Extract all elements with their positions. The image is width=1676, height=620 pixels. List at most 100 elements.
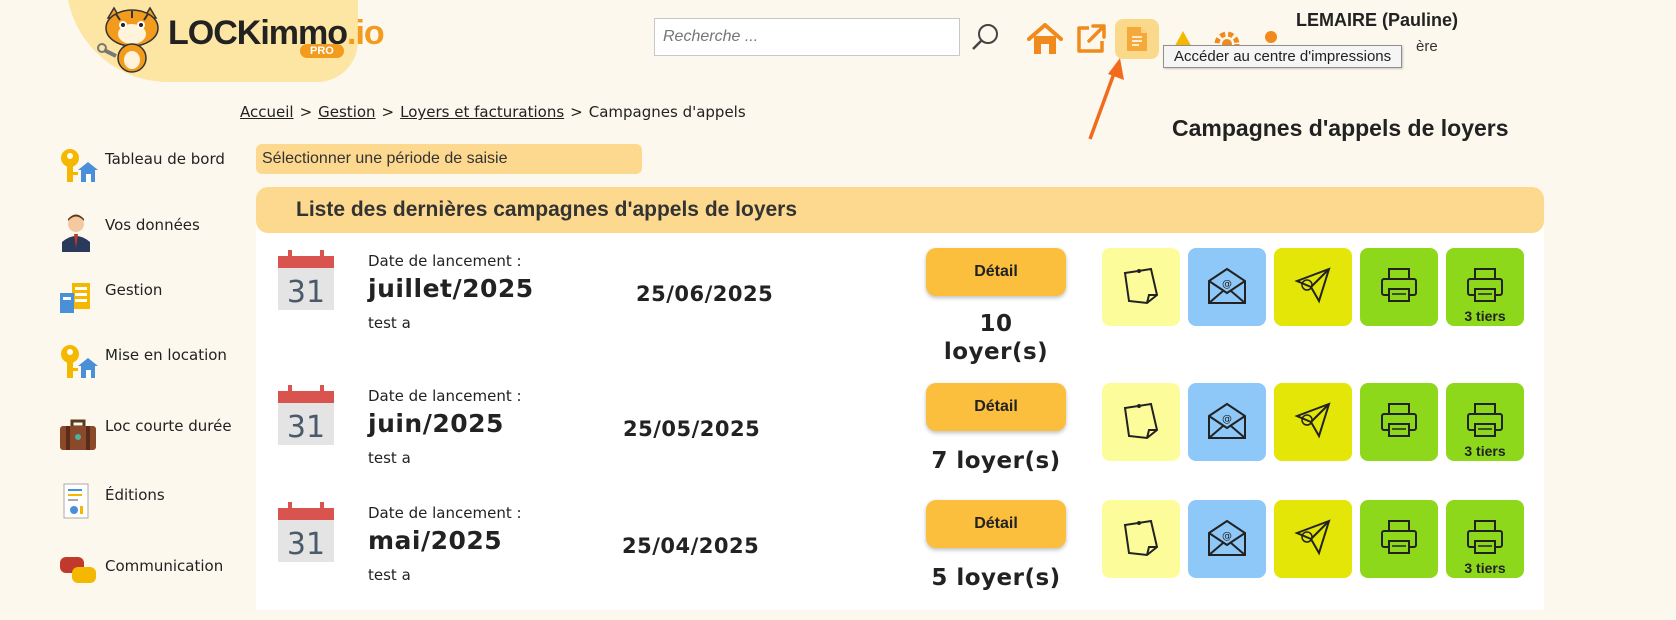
logo-pro-badge: PRO bbox=[300, 44, 344, 58]
sidebar-item-communication[interactable]: Communication bbox=[58, 553, 248, 593]
launch-date-label: Date de lancement : bbox=[368, 252, 522, 270]
send-payment-icon bbox=[1294, 402, 1331, 439]
email-icon: @ bbox=[1208, 402, 1246, 439]
campaign-month: mai/2025 bbox=[368, 526, 503, 555]
person-icon bbox=[62, 214, 90, 252]
launch-date-label: Date de lancement : bbox=[368, 387, 522, 405]
report-icon bbox=[63, 483, 89, 519]
printer-third-party-icon bbox=[1467, 268, 1503, 302]
print-button[interactable] bbox=[1360, 500, 1438, 578]
print-button[interactable] bbox=[1360, 248, 1438, 326]
rent-count: 5 loyer(s) bbox=[931, 565, 1061, 591]
sidebar-item-tableau-de-bord[interactable]: Tableau de bord bbox=[58, 146, 248, 186]
third-party-label: 3 tiers bbox=[1464, 560, 1506, 576]
sidebar-item-mise-en-location[interactable]: Mise en location bbox=[58, 342, 248, 382]
calendar-icon: 31 bbox=[278, 502, 334, 562]
note-icon bbox=[1123, 519, 1159, 557]
search-icon bbox=[972, 24, 998, 50]
campaign-note: test a bbox=[368, 566, 411, 584]
tiger-mascot-icon bbox=[97, 6, 159, 73]
sidebar-item-loc-courte-duree[interactable]: Loc courte durée bbox=[58, 413, 248, 453]
campaign-note: test a bbox=[368, 314, 411, 332]
breadcrumb-separator: > bbox=[381, 103, 395, 121]
printer-icon bbox=[1381, 403, 1417, 437]
send-payment-button[interactable] bbox=[1274, 248, 1352, 326]
campaign-row: 31 Date de lancement : juin/2025 test a … bbox=[256, 383, 1544, 503]
printer-icon bbox=[1381, 520, 1417, 554]
print-center-tooltip: Accéder au centre d'impressions bbox=[1163, 45, 1403, 68]
sidebar-item-label: Loc courte durée bbox=[105, 417, 232, 435]
email-button[interactable]: @ bbox=[1188, 248, 1266, 326]
calendar-day: 31 bbox=[287, 527, 325, 562]
printer-third-party-icon bbox=[1467, 403, 1503, 437]
note-icon bbox=[1123, 267, 1159, 305]
detail-button[interactable]: Détail bbox=[926, 248, 1066, 296]
breadcrumb-home[interactable]: Accueil bbox=[240, 103, 294, 121]
svg-text:@: @ bbox=[1222, 531, 1232, 542]
detail-button[interactable]: Détail bbox=[926, 500, 1066, 548]
page-title: Campagnes d'appels de loyers bbox=[1172, 115, 1509, 141]
rent-count: 10 loyer(s) bbox=[943, 311, 1049, 365]
note-button[interactable] bbox=[1102, 500, 1180, 578]
campaign-date: 25/06/2025 bbox=[636, 282, 774, 306]
search-button[interactable] bbox=[968, 20, 1004, 56]
note-button[interactable] bbox=[1102, 383, 1180, 461]
campaign-month: juin/2025 bbox=[368, 409, 504, 438]
email-icon: @ bbox=[1208, 519, 1246, 556]
sidebar-item-label: Vos données bbox=[105, 216, 200, 234]
home-button[interactable] bbox=[1024, 18, 1066, 60]
chat-icon bbox=[60, 557, 96, 583]
email-button[interactable]: @ bbox=[1188, 383, 1266, 461]
sidebar-item-label: Tableau de bord bbox=[105, 150, 225, 168]
sidebar-item-editions[interactable]: Éditions bbox=[58, 482, 248, 522]
breadcrumb: Accueil > Gestion > Loyers et facturations > C… bbox=[240, 103, 746, 121]
svg-text:@: @ bbox=[1222, 414, 1232, 425]
period-select[interactable]: Sélectionner une période de saisie bbox=[256, 144, 642, 174]
campaign-date: 25/05/2025 bbox=[623, 417, 761, 441]
send-payment-icon bbox=[1294, 519, 1331, 556]
calendar-icon: 31 bbox=[278, 385, 334, 445]
printer-icon bbox=[1381, 268, 1417, 302]
logo-text: LOCKimmo.io bbox=[168, 14, 385, 52]
campaign-date: 25/04/2025 bbox=[622, 534, 760, 558]
external-link-icon bbox=[1077, 24, 1106, 53]
print-third-party-button[interactable]: 3 tiers bbox=[1446, 500, 1524, 578]
print-button[interactable] bbox=[1360, 383, 1438, 461]
sidebar-item-gestion[interactable]: Gestion bbox=[58, 277, 248, 317]
third-party-label: 3 tiers bbox=[1464, 308, 1506, 324]
sidebar-item-vos-donnees[interactable]: Vos données bbox=[58, 212, 248, 252]
suitcase-icon bbox=[60, 419, 96, 450]
launch-date-label: Date de lancement : bbox=[368, 504, 522, 522]
print-third-party-button[interactable]: 3 tiers bbox=[1446, 383, 1524, 461]
breadcrumb-separator: > bbox=[299, 103, 313, 121]
rent-count: 7 loyer(s) bbox=[931, 448, 1061, 474]
third-party-label: 3 tiers bbox=[1464, 443, 1506, 459]
sidebar-item-label: Communication bbox=[105, 557, 224, 575]
calendar-day: 31 bbox=[287, 275, 325, 310]
campaign-list-title: Liste des dernières campagnes d'appels d… bbox=[296, 198, 798, 221]
campaign-note: test a bbox=[368, 449, 411, 467]
print-center-icon bbox=[1127, 27, 1147, 51]
keys-house-icon bbox=[61, 149, 98, 182]
breadcrumb-current: Campagnes d'appels bbox=[588, 103, 746, 121]
send-payment-button[interactable] bbox=[1274, 383, 1352, 461]
send-payment-button[interactable] bbox=[1274, 500, 1352, 578]
search-input[interactable] bbox=[654, 18, 960, 56]
annotation-arrow-icon bbox=[1088, 58, 1124, 140]
email-button[interactable]: @ bbox=[1188, 500, 1266, 578]
campaign-month: juillet/2025 bbox=[368, 274, 534, 303]
sidebar-item-label: Gestion bbox=[105, 281, 163, 299]
detail-button[interactable]: Détail bbox=[926, 383, 1066, 431]
breadcrumb-separator: > bbox=[570, 103, 583, 121]
user-name: LEMAIRE (Pauline) bbox=[1296, 10, 1459, 30]
keys-house-icon bbox=[61, 345, 98, 378]
calendar-day: 31 bbox=[287, 410, 325, 445]
breadcrumb-loyers[interactable]: Loyers et facturations bbox=[400, 103, 564, 121]
print-third-party-button[interactable]: 3 tiers bbox=[1446, 248, 1524, 326]
campaign-row: 31 Date de lancement : mai/2025 test a 2… bbox=[256, 500, 1544, 620]
breadcrumb-gestion[interactable]: Gestion bbox=[318, 103, 375, 121]
sidebar-item-label: Éditions bbox=[105, 486, 165, 504]
user-role: ère bbox=[1416, 38, 1438, 55]
svg-text:@: @ bbox=[1222, 279, 1232, 290]
note-button[interactable] bbox=[1102, 248, 1180, 326]
